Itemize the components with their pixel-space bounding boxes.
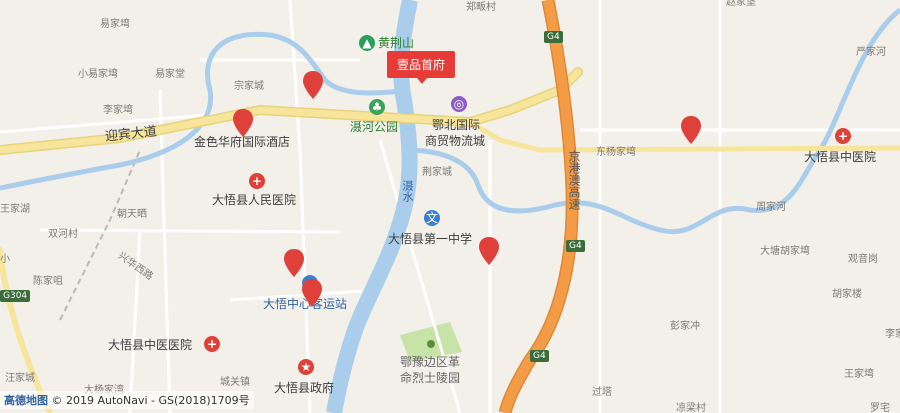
ebei-market-label-line2[interactable]: 商贸物流城 [425, 135, 485, 147]
county-government-label[interactable]: 大悟县政府 [274, 382, 334, 394]
place-label: 朝天晒 [117, 209, 147, 220]
park-icon[interactable]: ♣ [369, 99, 385, 115]
location-pin-icon[interactable] [301, 278, 323, 308]
place-label: 胡家楼 [832, 289, 862, 300]
g304-badge: G304 [0, 290, 31, 302]
location-pin-icon[interactable] [283, 248, 305, 278]
school-icon[interactable]: 文 [424, 210, 440, 226]
place-label: 小 [0, 254, 10, 265]
g4-badge: G4 [530, 350, 549, 362]
place-label: 王家塆 [844, 369, 874, 380]
place-label: 罗宅 [870, 403, 890, 413]
g4-badge: G4 [544, 31, 563, 43]
tcm-hospital-east-label[interactable]: 大悟县中医院 [804, 151, 876, 163]
target-location-marker[interactable]: 壹品首府 [387, 51, 456, 84]
place-label: 荆家城 [422, 167, 452, 178]
place-label: 城关镇 [220, 377, 250, 388]
place-label: 宗家城 [234, 81, 264, 92]
place-label: 双河村 [48, 229, 78, 240]
place-label: 大塘胡家塆 [760, 246, 810, 257]
location-pin-icon[interactable] [232, 108, 254, 138]
place-label: 彭家冲 [670, 321, 700, 332]
place-label: 凉梁村 [676, 403, 706, 413]
copyright-text: © 2019 AutoNavi - GS(2018)1709号 [51, 394, 250, 407]
huanhe-park-label[interactable]: 滠河公园 [350, 121, 398, 133]
place-label: 过塔 [592, 387, 612, 398]
place-label: 郑畈村 [466, 2, 496, 13]
location-pin-icon[interactable] [680, 115, 702, 145]
mountain-icon[interactable]: ▲ [359, 35, 375, 51]
ebei-market-label-line1[interactable]: 鄂北国际 [432, 119, 480, 131]
place-label: 汪家城 [5, 373, 35, 384]
place-label: 周家河 [756, 202, 786, 213]
hospital-icon[interactable]: + [835, 128, 851, 144]
place-label: 易家堂 [155, 69, 185, 80]
place-label: 赵家堡 [726, 0, 756, 8]
hospital-icon[interactable]: + [249, 173, 265, 189]
government-icon[interactable]: ★ [298, 359, 314, 375]
place-label: 观音岗 [848, 254, 878, 265]
memorial-dot-icon [427, 340, 435, 348]
place-label: 王家湖 [0, 204, 30, 215]
huanshui-river-label: 滠水 [401, 180, 414, 202]
place-label: 东杨家塆 [596, 147, 636, 158]
first-middle-school-label[interactable]: 大悟县第一中学 [388, 233, 472, 245]
amap-logo: 高德地图 [4, 394, 48, 407]
map-attribution: 高德地图 © 2019 AutoNavi - GS(2018)1709号 [0, 391, 254, 409]
jinggang-ao-highway-label: 京港澳高速 [567, 150, 581, 210]
map-canvas[interactable]: G4 G4 G4 G304 迎宾大道 兴华西路 京港澳高速 滠水 易家塆 小易家… [0, 0, 900, 413]
cemetery-label-line1[interactable]: 鄂豫边区革 [400, 356, 460, 368]
target-location-label[interactable]: 壹品首府 [387, 51, 456, 78]
place-label: 李家城 [885, 329, 900, 340]
marker-pointer [417, 78, 427, 84]
place-label: 严家河 [856, 47, 886, 58]
g4-badge: G4 [566, 240, 585, 252]
tcm-hospital-west-label[interactable]: 大悟县中医医院 [108, 339, 192, 351]
hospital-icon[interactable]: + [204, 336, 220, 352]
peoples-hospital-label[interactable]: 大悟县人民医院 [212, 194, 296, 206]
place-label: 陈家咀 [33, 276, 63, 287]
shopping-icon[interactable]: ◎ [451, 96, 467, 112]
huangjing-mountain-label[interactable]: 黄荆山 [378, 37, 414, 49]
location-pin-icon[interactable] [478, 236, 500, 266]
place-label: 易家塆 [100, 19, 130, 30]
cemetery-label-line2[interactable]: 命烈士陵园 [400, 372, 460, 384]
location-pin-icon[interactable] [302, 70, 324, 100]
place-label: 李家塆 [103, 105, 133, 116]
place-label: 小易家塆 [78, 69, 118, 80]
